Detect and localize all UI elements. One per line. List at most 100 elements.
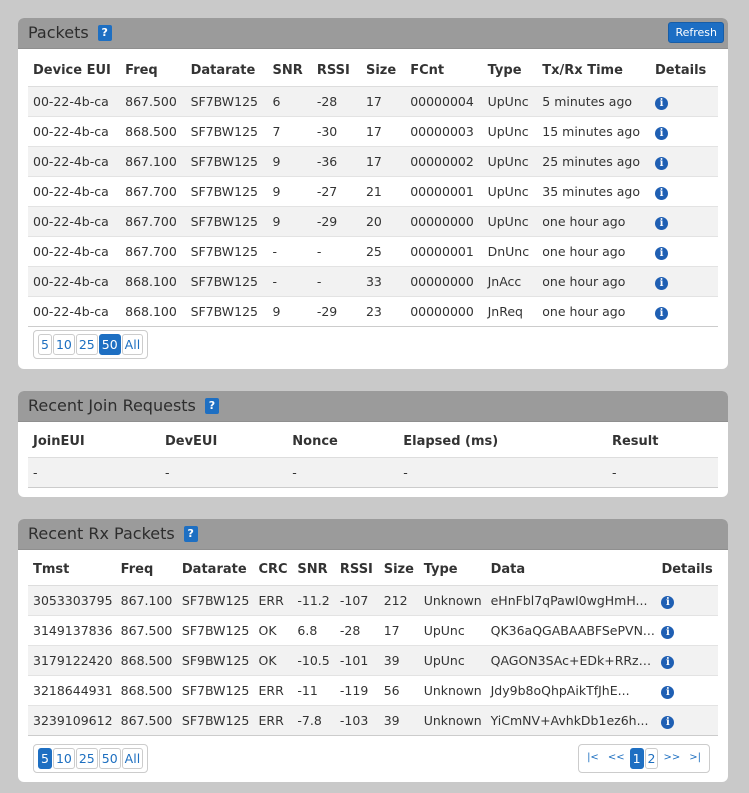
refresh-button[interactable]: Refresh	[668, 22, 724, 43]
table-cell: one hour ago	[542, 214, 626, 229]
column-header: RSSI	[339, 561, 373, 577]
page-size-5[interactable]: 5	[38, 334, 52, 355]
info-icon[interactable]: i	[655, 126, 669, 140]
help-icon[interactable]: ?	[183, 525, 198, 542]
info-icon[interactable]: i	[655, 246, 669, 260]
page-size-10[interactable]: 10	[52, 334, 75, 355]
rx-packets-header: Recent Rx Packets ?	[18, 519, 728, 550]
column-header: DevEUI	[164, 433, 218, 449]
details-cell: i	[656, 646, 718, 676]
help-icon[interactable]: ?	[204, 397, 219, 414]
table-cell: 00-22-4b-ca	[33, 124, 109, 139]
page-nav-button[interactable]: <<	[603, 748, 629, 767]
table-cell: Unknown	[423, 713, 482, 728]
table-cell: JnReq	[487, 304, 523, 319]
info-icon[interactable]: i	[661, 595, 675, 609]
packets-panel: Packets ? Refresh Device EUI Freq Datarate…	[18, 18, 728, 369]
table-cell: eHnFbl7qPawI0wgHmH...	[490, 593, 648, 608]
table-cell: UpUnc	[487, 124, 529, 139]
table-cell: -7.8	[297, 713, 322, 728]
help-icon[interactable]: ?	[97, 24, 112, 41]
info-icon[interactable]: i	[661, 655, 675, 669]
page-nav-button[interactable]: |<	[583, 748, 603, 767]
table-cell: 20	[365, 214, 382, 229]
info-icon[interactable]: i	[655, 156, 669, 170]
table-cell: one hour ago	[542, 274, 626, 289]
table-row[interactable]: 00-22-4b-ca 868.100 SF7BW125- -33 00000000 Jn…	[28, 266, 718, 297]
page-nav-button[interactable]: >|	[685, 748, 705, 767]
page-1-button[interactable]: 1	[629, 748, 644, 769]
info-icon[interactable]: i	[655, 96, 669, 110]
table-cell: SF7BW125	[190, 274, 258, 289]
table-row[interactable]: 3218644931 868.500 SF7BW125 ERR -11 -119 56 Unk…	[28, 676, 718, 706]
table-row[interactable]: -----	[28, 457, 718, 488]
table-cell: 56	[383, 683, 400, 698]
table-row[interactable]: 00-22-4b-ca 868.500 SF7BW125 7 -30 17 00000003…	[28, 117, 718, 147]
table-row[interactable]: 3239109612 867.500 SF7BW125 ERR -7.8 -103 39 Un…	[28, 705, 718, 736]
packets-header: Packets ? Refresh	[18, 18, 728, 49]
table-row[interactable]: 3149137836 867.500 SF7BW125 OK 6.8 -28 17 UpUnc…	[28, 616, 718, 646]
table-cell: SF7BW125	[190, 154, 258, 169]
table-cell: -119	[339, 683, 369, 698]
page-2-button[interactable]: 2	[644, 748, 659, 769]
page-size-all[interactable]: All	[121, 334, 144, 355]
table-row[interactable]: 00-22-4b-ca 867.700 SF7BW125 9 -27 21 00000001…	[28, 177, 718, 207]
pagination: |< << 1 2 >> >|	[578, 744, 710, 773]
info-icon[interactable]: i	[655, 216, 669, 230]
info-icon[interactable]: i	[661, 715, 675, 729]
info-icon[interactable]: i	[655, 306, 669, 320]
page-nav-button[interactable]: >>	[659, 748, 685, 767]
page-size-10[interactable]: 10	[52, 748, 75, 769]
join-requests-title: Recent Join Requests	[28, 396, 196, 415]
table-row[interactable]: 00-22-4b-ca 867.700 SF7BW125 9 -29 20 00000000…	[28, 206, 718, 237]
page-size-25[interactable]: 25	[75, 748, 98, 769]
table-cell: 39	[383, 713, 400, 728]
table-row[interactable]: 3053303795 867.100 SF7BW125 ERR -11.2 -107 212…	[28, 585, 718, 616]
table-cell: 17	[365, 94, 382, 109]
table-cell: one hour ago	[542, 244, 626, 259]
table-cell: -29	[316, 214, 338, 229]
table-row[interactable]: 00-22-4b-ca 867.700 SF7BW125- -25 00000001 Dn…	[28, 237, 718, 267]
table-cell: Jdy9b8oQhpAikTfJhE...	[490, 683, 630, 698]
table-cell: -11.2	[297, 593, 330, 608]
table-row[interactable]: 00-22-4b-ca 868.100 SF7BW125 9 -29 23 00000000…	[28, 297, 718, 327]
table-cell: JnAcc	[487, 274, 522, 289]
column-header: Details	[655, 62, 707, 78]
table-cell: ERR	[258, 593, 284, 608]
table-row[interactable]: 00-22-4b-ca 867.500 SF7BW125 6 -28 17 00000004…	[28, 86, 718, 117]
table-cell: UpUnc	[487, 214, 529, 229]
info-icon[interactable]: i	[661, 685, 675, 699]
table-cell: -10.5	[297, 653, 330, 668]
table-cell: -107	[339, 593, 369, 608]
table-cell: SF7BW125	[190, 214, 258, 229]
table-cell: 868.100	[125, 304, 177, 319]
page-size-all[interactable]: All	[121, 748, 144, 769]
page-size-5[interactable]: 5	[38, 748, 52, 769]
table-cell: SF9BW125	[181, 653, 250, 668]
page-size-50[interactable]: 50	[98, 748, 121, 769]
page-size-25[interactable]: 25	[75, 334, 98, 355]
table-row[interactable]: 3179122420 868.500 SF9BW125 OK -10.5 -101 39 Up…	[28, 645, 718, 676]
page-size-50[interactable]: 50	[98, 334, 121, 355]
table-cell: 35 minutes ago	[542, 184, 640, 199]
table-cell: 6	[272, 94, 281, 109]
table-row[interactable]: 00-22-4b-ca 867.100 SF7BW125 9 -36 17 00000002…	[28, 146, 718, 177]
details-cell: i	[650, 117, 718, 147]
details-cell: i	[650, 177, 718, 207]
info-icon[interactable]: i	[661, 625, 675, 639]
column-header: Tmst	[33, 561, 70, 577]
rx-packets-title: Recent Rx Packets	[28, 524, 175, 543]
table-cell: -27	[316, 184, 338, 199]
column-header: Type	[423, 561, 458, 577]
table-cell: 867.500	[120, 713, 173, 728]
table-cell: 867.500	[120, 623, 173, 638]
table-cell: -	[272, 244, 278, 259]
info-icon[interactable]: i	[655, 276, 669, 290]
table-cell: 00-22-4b-ca	[33, 274, 109, 289]
column-header: Datarate	[190, 62, 256, 78]
table-cell: 00-22-4b-ca	[33, 94, 109, 109]
column-header: CRC	[258, 561, 288, 577]
info-icon[interactable]: i	[655, 186, 669, 200]
table-cell: 15 minutes ago	[542, 124, 640, 139]
table-cell: 23	[365, 304, 382, 319]
